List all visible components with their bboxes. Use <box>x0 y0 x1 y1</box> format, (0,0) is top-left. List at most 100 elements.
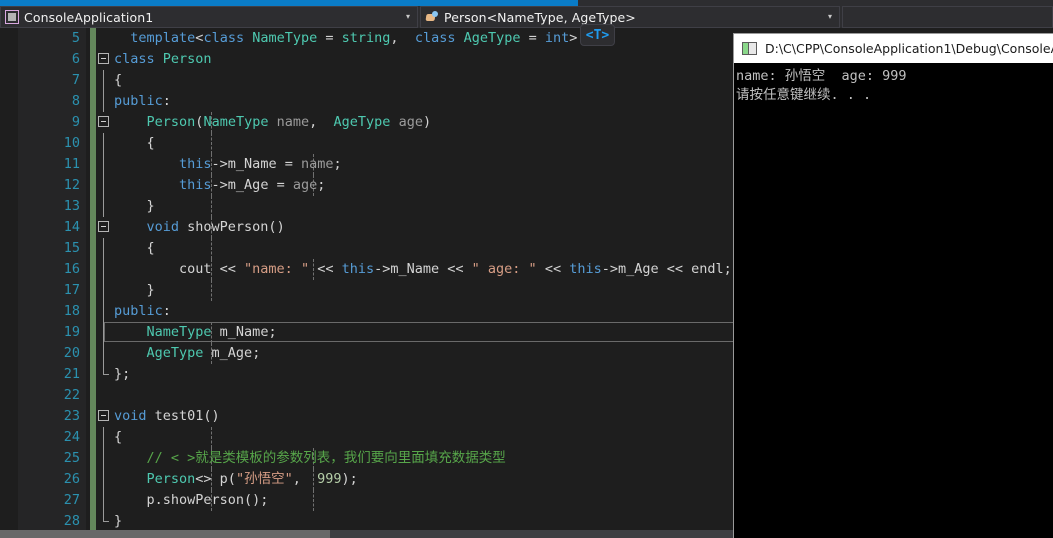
outlining-margin[interactable] <box>97 280 111 301</box>
outlining-margin[interactable] <box>97 469 111 490</box>
outlining-margin[interactable] <box>97 364 111 385</box>
code-text[interactable]: void test01() <box>114 406 220 427</box>
outlining-vertical-line <box>103 91 104 112</box>
indent-guide <box>211 133 213 154</box>
line-number: 28 <box>63 513 80 529</box>
outlining-margin[interactable] <box>97 490 111 511</box>
change-indicator-bar <box>90 406 96 427</box>
change-indicator-bar <box>90 448 96 469</box>
code-text[interactable]: void showPerson() <box>114 217 285 238</box>
code-text[interactable]: Person(NameType name, AgeType age) <box>114 112 432 133</box>
outlining-margin[interactable] <box>97 196 111 217</box>
line-number: 24 <box>63 429 80 445</box>
change-indicator-bar <box>90 280 96 301</box>
code-text[interactable]: class Person <box>114 49 212 70</box>
code-text[interactable]: this->m_Age = age; <box>114 175 325 196</box>
code-text[interactable]: this->m_Name = name; <box>114 154 342 175</box>
code-text[interactable]: { <box>114 70 122 91</box>
outlining-margin[interactable] <box>97 322 111 343</box>
outlining-margin[interactable] <box>97 112 111 133</box>
outlining-margin[interactable] <box>97 448 111 469</box>
outlining-margin[interactable] <box>97 343 111 364</box>
vs-editor-window: ConsoleApplication1 ▾ Person<NameType, A… <box>0 0 1053 538</box>
member-dropdown[interactable]: Person<NameType, AgeType> ▾ <box>420 6 840 28</box>
template-parameter-badge[interactable]: <T> <box>580 24 615 46</box>
outlining-vertical-line <box>103 70 104 91</box>
code-text[interactable]: AgeType m_Age; <box>114 343 261 364</box>
line-number: 21 <box>63 366 80 382</box>
outlining-vertical-line <box>103 427 104 448</box>
line-number: 11 <box>63 156 80 172</box>
outlining-margin[interactable] <box>97 259 111 280</box>
outlining-margin[interactable] <box>97 28 111 49</box>
line-number: 17 <box>63 282 80 298</box>
outlining-vertical-line <box>103 280 104 301</box>
code-text[interactable]: { <box>114 133 155 154</box>
code-text[interactable]: { <box>114 427 122 448</box>
change-indicator-bar <box>90 364 96 385</box>
line-number: 15 <box>63 240 80 256</box>
collapse-toggle-icon[interactable] <box>98 116 109 127</box>
change-indicator-bar <box>90 91 96 112</box>
change-indicator-bar <box>90 343 96 364</box>
outlining-vertical-line <box>103 238 104 259</box>
outlining-vertical-line <box>103 133 104 154</box>
change-indicator-bar <box>90 322 96 343</box>
outlining-margin[interactable] <box>97 406 111 427</box>
horizontal-scrollbar-thumb[interactable] <box>0 530 330 538</box>
outlining-margin[interactable] <box>97 511 111 530</box>
code-text[interactable]: NameType m_Name; <box>114 322 277 343</box>
code-text[interactable]: // < >就是类模板的参数列表，我们要向里面填充数据类型 <box>114 448 506 469</box>
outlining-vertical-line <box>103 322 104 343</box>
code-text[interactable]: public: <box>114 91 171 112</box>
outlining-vertical-line <box>103 469 104 490</box>
code-text[interactable]: } <box>114 196 155 217</box>
project-dropdown-label: ConsoleApplication1 <box>24 9 154 25</box>
code-text[interactable]: Person<> p("孙悟空", 999); <box>114 469 358 490</box>
code-text[interactable]: template<class NameType = string, class … <box>114 28 577 49</box>
code-text[interactable]: public: <box>114 301 171 322</box>
code-text[interactable]: } <box>114 280 155 301</box>
outlining-margin[interactable] <box>97 154 111 175</box>
code-text[interactable]: { <box>114 238 155 259</box>
outlining-vertical-line <box>103 301 104 322</box>
collapse-toggle-icon[interactable] <box>98 410 109 421</box>
outlining-margin[interactable] <box>97 175 111 196</box>
indent-guide <box>211 280 213 301</box>
collapse-toggle-icon[interactable] <box>98 53 109 64</box>
line-number: 14 <box>63 219 80 235</box>
collapse-toggle-icon[interactable] <box>98 221 109 232</box>
outlining-margin[interactable] <box>97 49 111 70</box>
chevron-down-icon[interactable]: ▾ <box>823 7 837 27</box>
outlining-margin[interactable] <box>97 91 111 112</box>
outlining-margin[interactable] <box>97 217 111 238</box>
outlining-vertical-line <box>103 490 104 511</box>
console-title-text: D:\C\CPP\ConsoleApplication1\Debug\Conso… <box>765 41 1053 56</box>
navigation-bar: ConsoleApplication1 ▾ Person<NameType, A… <box>0 6 1053 28</box>
change-indicator-bar <box>90 469 96 490</box>
third-dropdown[interactable] <box>842 6 1053 28</box>
line-number: 22 <box>63 387 80 403</box>
outlining-margin[interactable] <box>97 301 111 322</box>
outlining-margin[interactable] <box>97 70 111 91</box>
line-number: 26 <box>63 471 80 487</box>
console-title-bar[interactable]: D:\C\CPP\ConsoleApplication1\Debug\Conso… <box>734 34 1053 63</box>
change-indicator-bar <box>90 259 96 280</box>
outlining-vertical-line <box>103 448 104 469</box>
code-text[interactable]: }; <box>114 364 130 385</box>
code-text[interactable]: p.showPerson(); <box>114 490 269 511</box>
outlining-margin[interactable] <box>97 133 111 154</box>
line-number: 19 <box>63 324 80 340</box>
code-text[interactable]: } <box>114 511 122 530</box>
code-text[interactable]: cout << "name: " << this->m_Name << " ag… <box>114 259 732 280</box>
outlining-margin[interactable] <box>97 427 111 448</box>
horizontal-scrollbar[interactable] <box>0 530 733 538</box>
console-window[interactable]: D:\C\CPP\ConsoleApplication1\Debug\Conso… <box>733 33 1053 538</box>
outlining-margin[interactable] <box>97 385 111 406</box>
line-number: 25 <box>63 450 80 466</box>
outlining-margin[interactable] <box>97 238 111 259</box>
chevron-down-icon[interactable]: ▾ <box>401 7 415 27</box>
change-indicator-bar <box>90 385 96 406</box>
project-dropdown[interactable]: ConsoleApplication1 ▾ <box>0 6 418 28</box>
outlining-vertical-line <box>103 175 104 196</box>
